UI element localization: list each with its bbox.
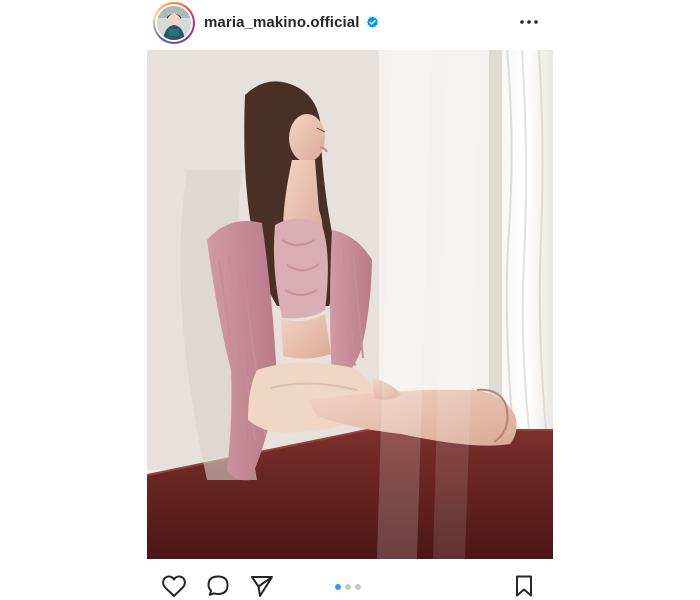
post-header: maria_makino.official [147,0,553,50]
avatar[interactable] [157,6,191,40]
carousel-dot-active[interactable] [335,584,341,590]
verified-badge-icon [366,16,379,29]
carousel-dot[interactable] [345,584,351,590]
username-row: maria_makino.official [204,12,379,32]
carousel-pagination [335,584,361,590]
more-options-icon[interactable] [517,12,541,32]
carousel-dot[interactable] [355,584,361,590]
heart-icon[interactable] [161,573,187,599]
post-actions-bar [147,559,553,600]
username-link[interactable]: maria_makino.official [204,14,360,31]
photo-illustration [147,50,553,559]
instagram-post: maria_makino.official [147,0,553,600]
avatar-story-ring[interactable] [153,2,195,44]
comment-icon[interactable] [205,573,231,599]
post-photo[interactable] [147,50,553,559]
avatar-inner-border [155,4,193,42]
paper-plane-icon[interactable] [249,573,275,599]
avatar-image [157,6,191,40]
bookmark-icon[interactable] [511,573,537,599]
